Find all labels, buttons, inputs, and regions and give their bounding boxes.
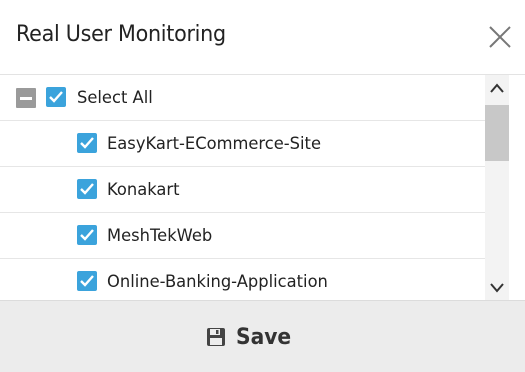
minus-square-icon[interactable] bbox=[16, 88, 36, 108]
select-all-row[interactable]: Select All bbox=[0, 75, 485, 121]
item-label: Online-Banking-Application bbox=[107, 272, 328, 292]
list-item[interactable]: MeshTekWeb bbox=[0, 213, 485, 259]
item-label: Konakart bbox=[107, 180, 180, 200]
select-all-checkbox[interactable] bbox=[46, 87, 66, 107]
checkmark-icon bbox=[80, 275, 94, 287]
floppy-disk-icon bbox=[207, 328, 225, 346]
close-icon bbox=[489, 26, 511, 48]
select-all-label: Select All bbox=[77, 88, 153, 108]
scrollbar-thumb[interactable] bbox=[485, 105, 509, 161]
application-list-container: Select All EasyKart-ECommerce-Site Konak… bbox=[0, 74, 525, 300]
item-label: EasyKart-ECommerce-Site bbox=[107, 134, 322, 154]
item-checkbox[interactable] bbox=[77, 271, 97, 291]
item-checkbox[interactable] bbox=[77, 179, 97, 199]
scroll-up-button[interactable] bbox=[485, 75, 509, 101]
chevron-up-icon bbox=[490, 83, 504, 93]
close-button[interactable] bbox=[487, 24, 513, 50]
scroll-down-button[interactable] bbox=[485, 275, 509, 300]
save-button[interactable]: Save bbox=[0, 301, 525, 372]
dialog-footer: Save bbox=[0, 300, 525, 372]
chevron-down-icon bbox=[490, 283, 504, 293]
item-checkbox[interactable] bbox=[77, 133, 97, 153]
list-item[interactable]: Online-Banking-Application bbox=[0, 259, 485, 300]
item-checkbox[interactable] bbox=[77, 225, 97, 245]
dialog-title: Real User Monitoring bbox=[16, 22, 226, 47]
list-item[interactable]: Konakart bbox=[0, 167, 485, 213]
list-item[interactable]: EasyKart-ECommerce-Site bbox=[0, 121, 485, 167]
real-user-monitoring-dialog: Real User Monitoring Select All EasyKart… bbox=[0, 0, 525, 372]
item-label: MeshTekWeb bbox=[107, 226, 213, 246]
dialog-header: Real User Monitoring bbox=[0, 0, 525, 74]
save-label: Save bbox=[236, 325, 292, 350]
checkmark-icon bbox=[49, 91, 63, 103]
application-list: Select All EasyKart-ECommerce-Site Konak… bbox=[0, 75, 485, 300]
checkmark-icon bbox=[80, 229, 94, 241]
vertical-scrollbar[interactable] bbox=[485, 75, 509, 300]
checkmark-icon bbox=[80, 183, 94, 195]
checkmark-icon bbox=[80, 137, 94, 149]
